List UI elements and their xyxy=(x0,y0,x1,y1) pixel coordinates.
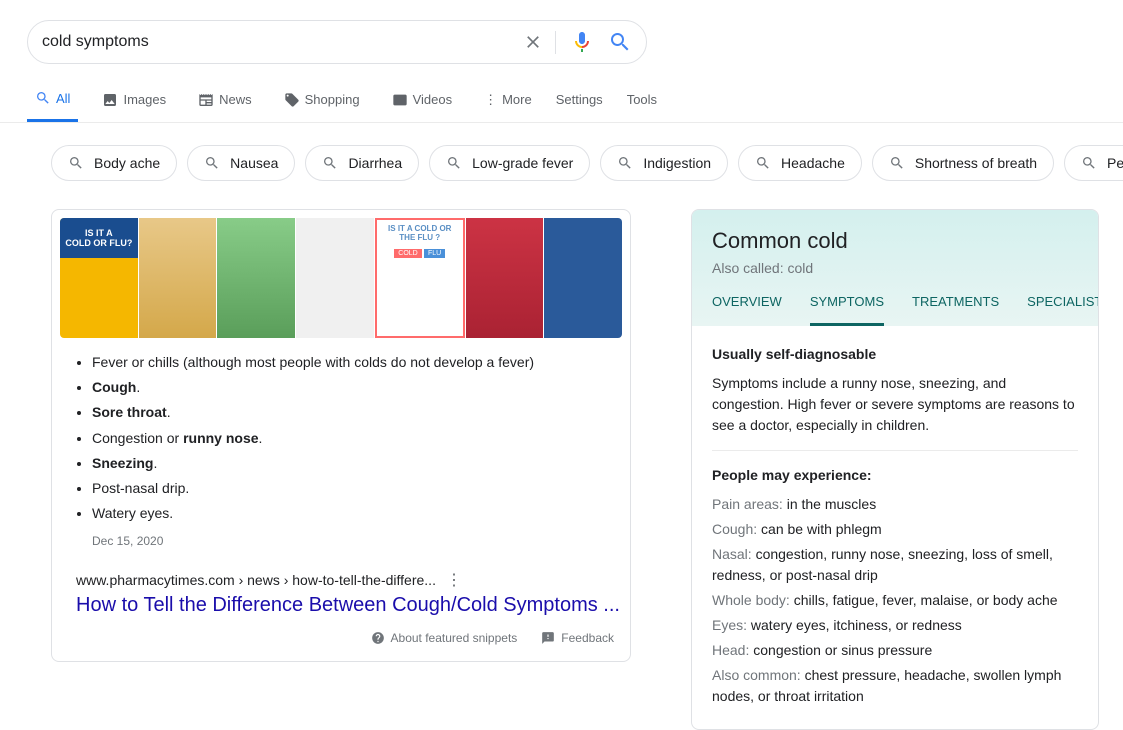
tab-label: All xyxy=(56,91,70,106)
symptom-item: Watery eyes. xyxy=(92,501,622,526)
tab-videos[interactable]: Videos xyxy=(384,82,461,121)
kp-diag-title: Usually self-diagnosable xyxy=(712,344,1078,365)
search-box[interactable] xyxy=(27,20,647,64)
tab-news[interactable]: News xyxy=(190,82,260,121)
tab-label: Shopping xyxy=(305,92,360,107)
search-icon xyxy=(204,155,220,171)
kp-tab[interactable]: SYMPTOMS xyxy=(810,294,884,326)
search-icon[interactable] xyxy=(608,30,632,54)
search-input[interactable] xyxy=(42,33,523,51)
related-chip[interactable]: Nausea xyxy=(187,145,295,181)
symptom-line: Head: congestion or sinus pressure xyxy=(712,640,1078,661)
symptom-line: Pain areas: in the muscles xyxy=(712,494,1078,515)
search-icon xyxy=(68,155,84,171)
kp-tab[interactable]: TREATMENTS xyxy=(912,294,999,326)
related-chip[interactable]: Persistent xyxy=(1064,145,1123,181)
related-chip[interactable]: Low-grade fever xyxy=(429,145,590,181)
search-icon xyxy=(617,155,633,171)
related-chip[interactable]: Shortness of breath xyxy=(872,145,1054,181)
result-title-link[interactable]: How to Tell the Difference Between Cough… xyxy=(76,594,622,617)
featured-snippet: IS IT ACOLD OR FLU? IS IT A COLD OR THE … xyxy=(51,209,631,662)
kp-sub-label: Also called: xyxy=(712,260,784,276)
tab-all[interactable]: All xyxy=(27,80,78,122)
search-icon xyxy=(1081,155,1097,171)
thumbnail[interactable]: IS IT ACOLD OR FLU? xyxy=(60,218,138,338)
kp-tab[interactable]: SPECIALISTS xyxy=(1027,294,1099,326)
symptom-line: Nasal: congestion, runny nose, sneezing,… xyxy=(712,544,1078,586)
symptom-line: Whole body: chills, fatigue, fever, mala… xyxy=(712,590,1078,611)
feedback-icon xyxy=(541,631,555,645)
knowledge-panel: Common cold Also called: cold OVERVIEW SY… xyxy=(691,209,1099,730)
voice-search-icon[interactable] xyxy=(570,30,594,54)
symptom-item: Fever or chills (although most people wi… xyxy=(92,350,622,375)
kp-sub-value: cold xyxy=(787,260,813,276)
more-icon: ⋮ xyxy=(484,92,497,108)
tab-more[interactable]: ⋮ More xyxy=(476,82,540,121)
search-icon xyxy=(322,155,338,171)
feedback-link[interactable]: Feedback xyxy=(541,631,614,645)
symptom-line: Cough: can be with phlegm xyxy=(712,519,1078,540)
kp-tab[interactable]: OVERVIEW xyxy=(712,294,782,326)
tab-images[interactable]: Images xyxy=(94,82,174,121)
thumbnail[interactable] xyxy=(544,218,622,338)
search-icon xyxy=(446,155,462,171)
related-chip[interactable]: Indigestion xyxy=(600,145,728,181)
kp-title: Common cold xyxy=(712,228,1078,254)
symptom-item: Sore throat. xyxy=(92,400,622,425)
symptom-line: Also common: chest pressure, headache, s… xyxy=(712,665,1078,707)
kp-diag-desc: Symptoms include a runny nose, sneezing,… xyxy=(712,373,1078,451)
kp-exp-title: People may experience: xyxy=(712,465,1078,486)
tab-shopping[interactable]: Shopping xyxy=(276,82,368,121)
related-chip[interactable]: Body ache xyxy=(51,145,177,181)
symptom-item: Post-nasal drip. xyxy=(92,476,622,501)
symptoms-list: Fever or chills (although most people wi… xyxy=(60,350,622,526)
thumbnail[interactable] xyxy=(296,218,374,338)
related-chip[interactable]: Diarrhea xyxy=(305,145,419,181)
tab-label: More xyxy=(502,92,532,107)
tab-label: Videos xyxy=(413,92,453,107)
related-chips: Body ache Nausea Diarrhea Low-grade fever In… xyxy=(0,123,1123,181)
settings-link[interactable]: Settings xyxy=(556,82,603,120)
about-snippets-link[interactable]: About featured snippets xyxy=(371,631,518,645)
tab-label: News xyxy=(219,92,252,107)
nav-tabs: All Images News Shopping Videos ⋮ More S… xyxy=(0,64,1123,123)
search-icon xyxy=(889,155,905,171)
related-chip[interactable]: Headache xyxy=(738,145,862,181)
symptom-line: Eyes: watery eyes, itchiness, or redness xyxy=(712,615,1078,636)
image-thumbnails[interactable]: IS IT ACOLD OR FLU? IS IT A COLD OR THE … xyxy=(60,218,622,338)
help-icon xyxy=(371,631,385,645)
thumbnail[interactable] xyxy=(139,218,217,338)
snippet-date: Dec 15, 2020 xyxy=(92,534,622,548)
tools-link[interactable]: Tools xyxy=(627,82,657,120)
thumbnail[interactable]: IS IT A COLD OR THE FLU ?COLD FLU xyxy=(375,218,465,338)
search-icon xyxy=(755,155,771,171)
clear-icon[interactable] xyxy=(523,31,556,54)
thumbnail[interactable] xyxy=(466,218,544,338)
thumbnail[interactable] xyxy=(217,218,295,338)
symptom-item: Cough. xyxy=(92,375,622,400)
result-cite[interactable]: www.pharmacytimes.com › news › how-to-te… xyxy=(76,572,436,588)
symptom-item: Congestion or runny nose. xyxy=(92,426,622,451)
symptom-item: Sneezing. xyxy=(92,451,622,476)
tab-label: Images xyxy=(123,92,166,107)
cite-menu-icon[interactable]: ⋮ xyxy=(446,570,462,590)
